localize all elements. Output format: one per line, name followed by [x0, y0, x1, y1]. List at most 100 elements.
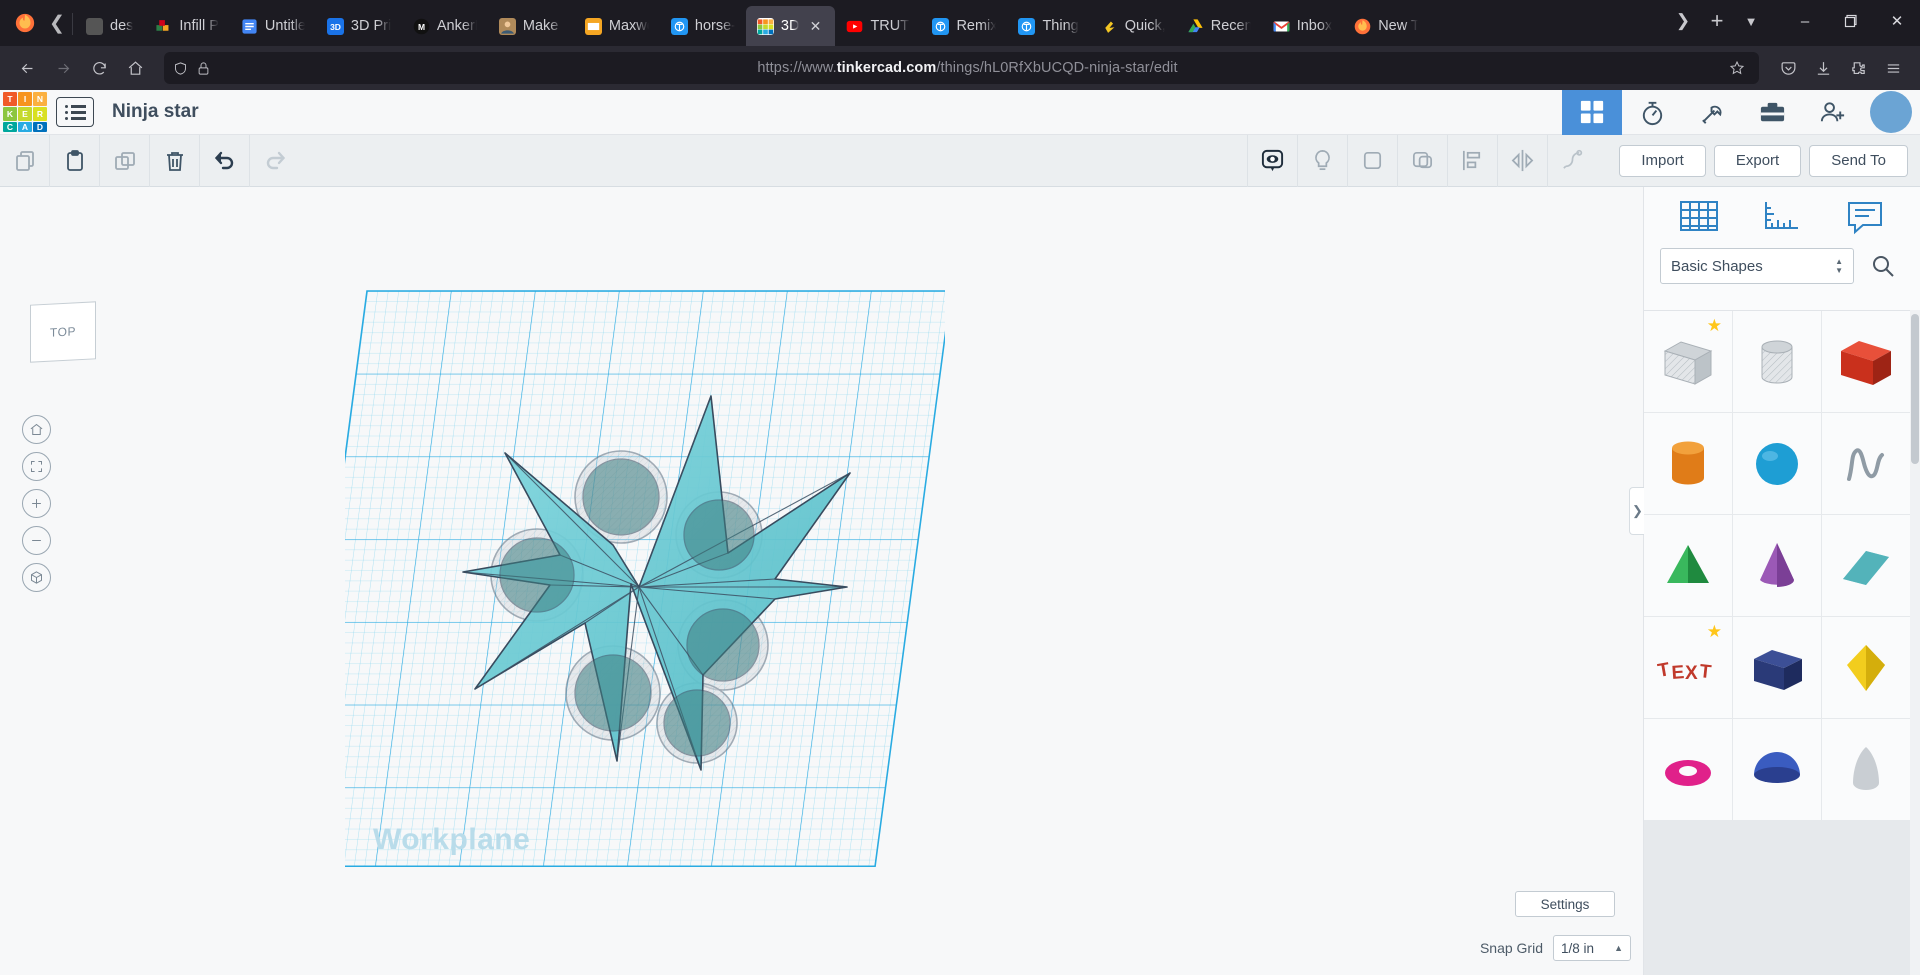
favorite-star-icon[interactable]: ★	[1707, 317, 1722, 334]
panel-collapse-button[interactable]: ❯	[1629, 487, 1645, 535]
simulation-icon[interactable]	[1622, 90, 1682, 135]
tools-icon[interactable]	[1682, 90, 1742, 135]
tab-favicon-tinkercad-icon	[671, 18, 688, 35]
shapes-scrollbar[interactable]	[1910, 310, 1920, 975]
design-canvas[interactable]: TOP	[0, 187, 1643, 975]
tab-strip-controls: ❯ + ▼ – ✕	[1666, 0, 1920, 46]
undo-icon[interactable]	[200, 135, 250, 187]
light-icon[interactable]	[1297, 135, 1347, 187]
shape-item-wedge[interactable]	[1733, 617, 1821, 718]
tab-scroll-left-button[interactable]: ❮	[44, 0, 70, 46]
shape-item-cone[interactable]	[1733, 515, 1821, 616]
invite-user-icon[interactable]	[1802, 90, 1862, 135]
new-tab-button[interactable]: +	[1700, 4, 1734, 38]
bookmark-star-icon[interactable]	[1724, 55, 1750, 81]
shape-item-paraboloid[interactable]	[1822, 719, 1910, 820]
align-icon[interactable]	[1447, 135, 1497, 187]
tab-close-icon[interactable]: ✕	[806, 17, 824, 35]
export-button[interactable]: Export	[1714, 145, 1801, 177]
shape-item-text[interactable]: ★TEXT	[1644, 617, 1732, 718]
browser-tab[interactable]: Make i	[488, 6, 574, 46]
zoom-out-icon[interactable]	[22, 526, 51, 555]
shape-item-cylinder-hole[interactable]	[1733, 311, 1821, 412]
tinkercad-logo[interactable]: TINKERCAD	[0, 90, 50, 135]
browser-tab[interactable]: 3D3D Pri	[316, 6, 402, 46]
ortho-view-icon[interactable]	[22, 563, 51, 592]
ruler-tab[interactable]	[1751, 193, 1813, 241]
browser-tab[interactable]: Thing	[1007, 6, 1089, 46]
settings-button[interactable]: Settings	[1515, 891, 1615, 917]
menu-icon[interactable]	[1876, 51, 1910, 85]
shape-item-halfsphere[interactable]	[1733, 719, 1821, 820]
view-cube-top-face[interactable]: TOP	[30, 301, 96, 362]
browser-tab[interactable]: horse-	[660, 6, 746, 46]
extensions-icon[interactable]	[1841, 51, 1875, 85]
shape-item-torus[interactable]	[1644, 719, 1732, 820]
duplicate-icon[interactable]	[100, 135, 150, 187]
snap-grid-select[interactable]: 1/8 in ▲	[1553, 935, 1631, 961]
delete-icon[interactable]	[150, 135, 200, 187]
browser-tab[interactable]: Quick,	[1090, 6, 1176, 46]
group-icon[interactable]	[1347, 135, 1397, 187]
gallery-icon[interactable]	[1742, 90, 1802, 135]
window-close-button[interactable]: ✕	[1874, 1, 1920, 41]
shape-item-sphere[interactable]	[1733, 413, 1821, 514]
zoom-in-icon[interactable]	[22, 489, 51, 518]
back-icon[interactable]	[10, 51, 44, 85]
ruler-note-icon[interactable]	[1547, 135, 1597, 187]
reload-icon[interactable]	[82, 51, 116, 85]
shape-item-box[interactable]	[1822, 311, 1910, 412]
browser-tab[interactable]: New T	[1343, 6, 1429, 46]
forward-icon[interactable]	[46, 51, 80, 85]
scrollbar-thumb[interactable]	[1911, 314, 1919, 464]
avatar[interactable]	[1870, 91, 1912, 133]
tab-overflow-chevron-right-icon[interactable]: ❯	[1666, 4, 1700, 38]
redo-icon[interactable]	[250, 135, 300, 187]
browser-tab[interactable]: Maxwe	[574, 6, 660, 46]
ungroup-icon[interactable]	[1397, 135, 1447, 187]
fit-view-icon[interactable]	[22, 452, 51, 481]
tab-list-chevron-down-icon[interactable]: ▼	[1734, 4, 1768, 38]
shape-category-select[interactable]: Basic Shapes ▲▼	[1660, 248, 1854, 284]
browser-tab[interactable]: MAnkerM	[402, 6, 488, 46]
browser-tab[interactable]: TRUTH	[835, 6, 921, 46]
home-view-icon[interactable]	[22, 415, 51, 444]
window-maximize-button[interactable]	[1828, 1, 1874, 41]
show-hide-icon[interactable]	[1247, 135, 1297, 187]
download-icon[interactable]	[1806, 51, 1840, 85]
shape-item-cylinder[interactable]	[1644, 413, 1732, 514]
shapes-tab[interactable]	[1668, 193, 1730, 241]
workplane[interactable]: Workplane	[345, 283, 945, 879]
import-button[interactable]: Import	[1619, 145, 1706, 177]
page-title[interactable]: Ninja star	[112, 101, 199, 123]
browser-tab[interactable]: Inbox	[1262, 6, 1343, 46]
browser-tab[interactable]: des	[75, 6, 144, 46]
shape-item-scribble[interactable]	[1822, 413, 1910, 514]
tab-favicon-doc-icon	[241, 18, 258, 35]
tab-label: Untitle	[265, 18, 305, 34]
favorite-star-icon[interactable]: ★	[1707, 623, 1722, 640]
shape-item-box-hole[interactable]: ★	[1644, 311, 1732, 412]
view-cube[interactable]: TOP	[30, 303, 96, 363]
browser-tab[interactable]: Infill P	[144, 6, 230, 46]
url-bar[interactable]: https://www.tinkercad.com/things/hL0RfXb…	[164, 52, 1759, 84]
shape-item-diamond[interactable]	[1822, 617, 1910, 718]
url-text[interactable]: https://www.tinkercad.com/things/hL0RfXb…	[219, 60, 1716, 76]
grid-blocks-icon[interactable]	[1562, 90, 1622, 135]
shape-item-roof[interactable]	[1822, 515, 1910, 616]
send-to-button[interactable]: Send To	[1809, 145, 1908, 177]
notes-tab[interactable]	[1834, 193, 1896, 241]
search-icon[interactable]	[1862, 247, 1904, 285]
shape-item-pyramid[interactable]	[1644, 515, 1732, 616]
browser-tab[interactable]: Untitle	[230, 6, 316, 46]
window-minimize-button[interactable]: –	[1782, 1, 1828, 41]
browser-tab-active[interactable]: 3D✕	[746, 6, 836, 46]
browser-tab[interactable]: Recent	[1176, 6, 1262, 46]
project-menu-list-icon[interactable]	[56, 97, 94, 127]
mirror-icon[interactable]	[1497, 135, 1547, 187]
home-icon[interactable]	[118, 51, 152, 85]
paste-icon[interactable]	[50, 135, 100, 187]
browser-tab[interactable]: Remix	[921, 6, 1007, 46]
pocket-icon[interactable]	[1771, 51, 1805, 85]
copy-icon[interactable]	[0, 135, 50, 187]
